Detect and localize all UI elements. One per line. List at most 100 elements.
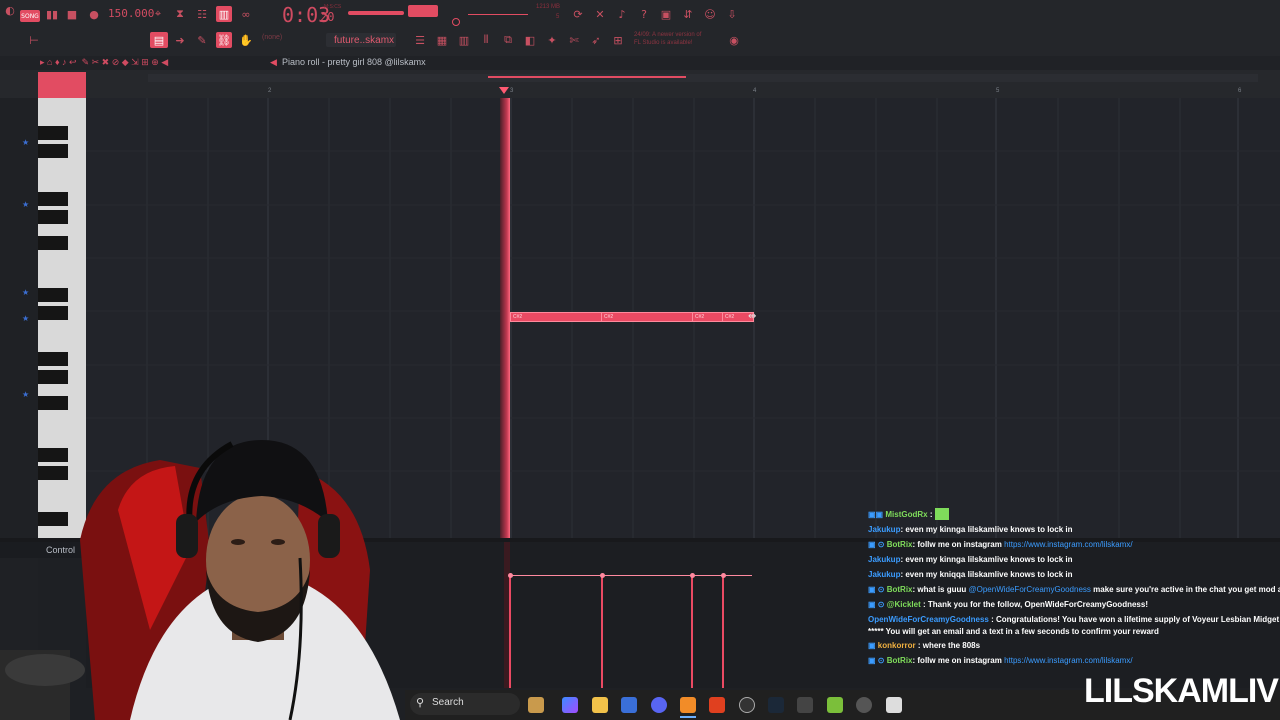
microphone-icon[interactable]: ♪ (614, 6, 630, 22)
piano-roll-menu-arrow-icon[interactable]: ◀ (270, 57, 277, 68)
steam-icon[interactable] (768, 697, 784, 713)
discord-icon[interactable] (651, 697, 667, 713)
pause-button[interactable]: ▮▮ (44, 6, 60, 22)
news-icon[interactable]: ◉ (726, 32, 742, 48)
black-key[interactable] (38, 288, 68, 302)
loop-record-icon[interactable]: ∞ (238, 6, 254, 22)
velocity-bar[interactable] (722, 576, 724, 688)
tempo-display[interactable]: 150.000 (108, 7, 154, 20)
chat-text: : Congratulations! You have won a lifeti… (991, 615, 1280, 624)
chat-link[interactable]: https://www.instagram.com/lilskamx/ (1004, 540, 1132, 549)
song-mode-toggle[interactable]: SONG (20, 10, 40, 22)
scrollbar-thumb[interactable] (488, 76, 686, 78)
arrow-right-icon[interactable]: ➜ (172, 32, 188, 48)
main-toolbar: ◐ SONG ▮▮ ■ ● 150.000 ⌖ ⧗ ☷ ▥ ∞ 0:03 20 … (0, 0, 1280, 56)
fl-studio-taskbar-icon[interactable] (680, 697, 696, 713)
master-pitch-slider[interactable] (408, 5, 438, 17)
marker-star-icon: ★ (22, 138, 30, 147)
velocity-bar[interactable] (509, 576, 511, 688)
stop-button[interactable]: ■ (64, 6, 80, 22)
velocity-bar[interactable] (601, 576, 603, 688)
playlist-icon[interactable]: ☰ (412, 32, 428, 48)
piano-roll-title: Piano roll - pretty girl 808 @lilskamx (282, 57, 426, 67)
draw-tool-icon[interactable]: ✎ (194, 32, 210, 48)
4k-app-icon[interactable] (856, 697, 872, 713)
marker-star-icon: ★ (22, 390, 30, 399)
wrench-icon[interactable]: ✄ (566, 32, 582, 48)
chat-username: konkorror (877, 641, 916, 650)
pattern-selector[interactable]: (none) (262, 34, 282, 41)
store-icon[interactable]: ⊞ (610, 32, 626, 48)
mixer-window-icon[interactable]: ⫴ (478, 32, 494, 48)
plugin-picker-icon[interactable]: ✦ (544, 32, 560, 48)
mixer-icon[interactable]: ⇵ (680, 6, 696, 22)
playhead-line[interactable] (500, 98, 510, 538)
store-app-icon[interactable] (621, 697, 637, 713)
brave-icon[interactable] (709, 697, 725, 713)
minecraft-icon[interactable] (827, 697, 843, 713)
taskbar-search-box[interactable]: ⚲ Search (410, 693, 520, 715)
note-c#2[interactable]: C#2 (692, 312, 724, 322)
update-notice[interactable]: 24/09: A newer version of FL Studio is a… (634, 31, 701, 47)
note-c#2[interactable]: C#2 (601, 312, 693, 322)
help-icon[interactable]: ? (636, 6, 652, 22)
velocity-handle[interactable] (508, 573, 513, 578)
piano-roll-icon[interactable]: ▦ (434, 32, 450, 48)
bar-marker: 6 (1238, 88, 1242, 94)
plugin-icon[interactable]: ◧ (522, 32, 538, 48)
save-icon[interactable]: ▣ (658, 6, 674, 22)
obs-icon[interactable] (739, 697, 755, 713)
horizontal-scrollbar[interactable] (148, 74, 1258, 82)
chat-text: : follw me on instagram (912, 540, 1002, 549)
black-key[interactable] (38, 192, 68, 206)
refresh-icon[interactable]: ⟳ (570, 6, 586, 22)
copilot-icon[interactable] (562, 697, 578, 713)
velocity-handle[interactable] (690, 573, 695, 578)
bar-marker: 4 (753, 88, 757, 94)
master-volume-bar[interactable] (348, 11, 404, 15)
playhead-marker-icon[interactable] (499, 87, 509, 94)
chat-username: BotRix (886, 585, 913, 594)
piano-roll-ruler[interactable]: 2 3 4 5 6 (0, 70, 1280, 98)
wait-icon[interactable]: ⧗ (172, 6, 188, 22)
channel-rack-icon[interactable]: ▥ (456, 32, 472, 48)
touch-keyboard-icon[interactable]: ➶ (588, 32, 604, 48)
black-key[interactable] (38, 370, 68, 384)
black-key[interactable] (38, 210, 68, 224)
black-key[interactable] (38, 236, 68, 250)
chat-icon[interactable]: ☺ (702, 6, 718, 22)
black-key[interactable] (38, 352, 68, 366)
piano-roll-tools: ▸ ⌂ ♦ ♪ ↩ ✎ ✂ ✖ ⊘ ◆ ⇲ ⊞ ⊕ ◀ (40, 57, 169, 67)
download-icon[interactable]: ⇩ (724, 6, 740, 22)
file-explorer-icon[interactable] (592, 697, 608, 713)
black-key[interactable] (38, 126, 68, 140)
velocity-handle[interactable] (600, 573, 605, 578)
close-all-icon[interactable]: ✕ (592, 6, 608, 22)
terminal-icon[interactable] (886, 697, 902, 713)
pitch-knob-icon[interactable] (452, 18, 460, 26)
marker-star-icon: ★ (22, 288, 30, 297)
chat-message: ▣ ⊙ BotRix: follw me on instagram https:… (868, 540, 1133, 549)
link-tool-button[interactable]: ⛓ (216, 32, 232, 48)
chat-mention[interactable]: @OpenWideForCreamyGoodness (969, 585, 1091, 594)
black-key[interactable] (38, 396, 68, 410)
chat-username: @Kicklet (886, 600, 921, 609)
snap-icon[interactable]: ⊢ (26, 32, 42, 48)
chat-username: Jakukup (868, 555, 901, 564)
countdown-icon[interactable]: ☷ (194, 6, 210, 22)
black-key[interactable] (38, 306, 68, 320)
velocity-bar[interactable] (691, 576, 693, 688)
pattern-mode-button[interactable]: ▤ (150, 32, 168, 48)
metronome-icon[interactable]: ⌖ (150, 6, 166, 22)
fl-logo-icon[interactable]: ◐ (2, 2, 18, 18)
note-c#2[interactable]: C#2 (510, 312, 602, 322)
chat-link[interactable]: https://www.instagram.com/lilskamx/ (1004, 656, 1132, 665)
step-edit-button[interactable]: ▥ (216, 6, 232, 22)
black-key[interactable] (38, 144, 68, 158)
stamp-icon[interactable]: ✋ (238, 32, 254, 48)
velocity-handle[interactable] (721, 573, 726, 578)
record-button[interactable]: ● (86, 6, 102, 22)
widget-icon[interactable] (528, 697, 544, 713)
app-icon[interactable] (797, 697, 813, 713)
browser-icon[interactable]: ⧉ (500, 32, 516, 48)
